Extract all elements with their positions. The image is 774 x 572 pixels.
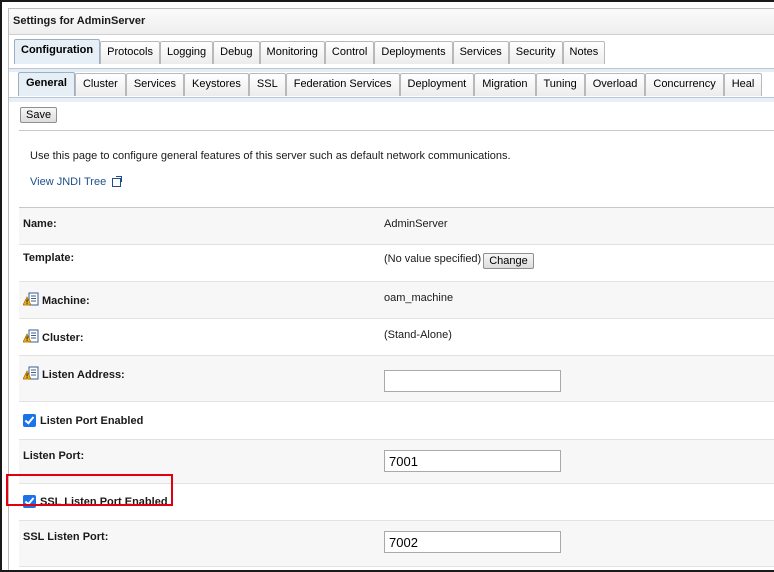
view-jndi-tree-link[interactable]: View JNDI Tree: [30, 176, 123, 188]
tab-protocols[interactable]: Protocols: [100, 41, 160, 64]
form-row-name: Name: AdminServer: [19, 208, 774, 245]
subtab-migration[interactable]: Migration: [474, 73, 536, 96]
warning-restart-icon: [22, 329, 39, 344]
tab-deployments[interactable]: Deployments: [374, 41, 453, 64]
main-tabs: Configuration Protocols Logging Debug Monito…: [14, 39, 774, 64]
form-row-machine: Machine: oam_machine: [19, 282, 774, 319]
subtab-general[interactable]: General: [18, 72, 75, 96]
tab-monitoring[interactable]: Monitoring: [259, 41, 325, 64]
form-row-ssl-listen-port: SSL Listen Port:: [19, 521, 774, 567]
subtab-keystores[interactable]: Keystores: [184, 73, 249, 96]
tab-notes[interactable]: Notes: [562, 41, 606, 64]
listen-port-label: Listen Port:: [23, 450, 85, 462]
warning-restart-icon: [22, 292, 39, 307]
change-template-button[interactable]: Change: [483, 253, 534, 269]
listen-port-input[interactable]: [384, 450, 561, 472]
sub-tabs-underline: [9, 97, 774, 102]
subtab-federation-services[interactable]: Federation Services: [285, 73, 400, 96]
sub-tabs: General Cluster Services Keystores SSL Federa…: [18, 71, 774, 97]
ssl-listen-port-enabled-checkbox[interactable]: [23, 495, 36, 508]
jndi-link-label: View JNDI Tree: [30, 176, 107, 188]
form-row-cluster: Cluster: (Stand-Alone): [19, 319, 774, 356]
subtab-ssl[interactable]: SSL: [248, 73, 286, 96]
page-description: Use this page to configure general featu…: [30, 150, 511, 162]
template-label: Template:: [23, 252, 75, 264]
tab-configuration[interactable]: Configuration: [14, 39, 101, 64]
form-row-ssl-listen-port-enabled: SSL Listen Port Enabled: [19, 484, 774, 521]
tab-control[interactable]: Control: [324, 41, 375, 64]
machine-label: Machine:: [42, 295, 90, 307]
ssl-listen-port-enabled-label: SSL Listen Port Enabled: [40, 496, 168, 508]
subtab-health[interactable]: Heal: [723, 73, 763, 96]
tab-services[interactable]: Services: [452, 41, 509, 64]
ssl-listen-port-input[interactable]: [384, 531, 561, 553]
subtab-tuning[interactable]: Tuning: [535, 73, 585, 96]
ssl-listen-port-label: SSL Listen Port:: [23, 531, 109, 543]
listen-address-label: Listen Address:: [42, 369, 125, 381]
cluster-label: Cluster:: [42, 332, 84, 344]
save-button[interactable]: Save: [20, 107, 58, 123]
name-value: AdminServer: [384, 218, 448, 230]
tab-logging[interactable]: Logging: [159, 41, 214, 64]
cluster-value: (Stand-Alone): [384, 329, 452, 341]
external-link-icon: [112, 176, 123, 187]
form-row-listen-port: Listen Port:: [19, 440, 774, 484]
window-frame: Settings for AdminServer Configuration Pr…: [0, 0, 774, 572]
subtab-cluster[interactable]: Cluster: [74, 73, 126, 96]
subtab-overload[interactable]: Overload: [584, 73, 646, 96]
form-row-listen-address: Listen Address:: [19, 356, 774, 402]
warning-restart-icon: [22, 366, 39, 381]
tab-security[interactable]: Security: [508, 41, 563, 64]
name-label: Name:: [23, 218, 57, 230]
listen-port-enabled-label: Listen Port Enabled: [40, 415, 144, 427]
divider: [19, 130, 774, 131]
form-row-listen-port-enabled: Listen Port Enabled: [19, 402, 774, 440]
subtab-services[interactable]: Services: [125, 73, 184, 96]
subtab-deployment[interactable]: Deployment: [399, 73, 475, 96]
panel-title: Settings for AdminServer: [9, 9, 774, 35]
settings-panel: Settings for AdminServer Configuration Pr…: [8, 8, 774, 570]
form-row-template: Template: (No value specified) Change: [19, 245, 774, 282]
machine-value: oam_machine: [384, 292, 454, 304]
listen-port-enabled-checkbox[interactable]: [23, 414, 36, 427]
tab-debug[interactable]: Debug: [213, 41, 260, 64]
listen-address-input[interactable]: [384, 370, 561, 392]
template-value: (No value specified): [384, 253, 482, 265]
subtab-concurrency[interactable]: Concurrency: [645, 73, 724, 96]
